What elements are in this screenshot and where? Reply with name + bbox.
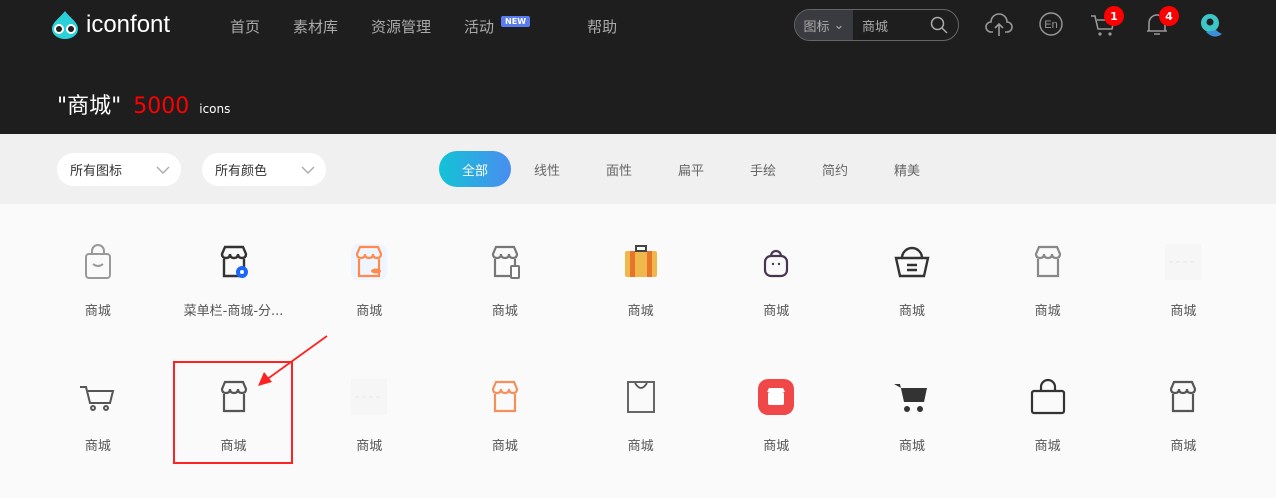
tab-6[interactable]: 精美 <box>871 151 943 187</box>
bag-icon <box>1028 377 1068 417</box>
tab-4[interactable]: 手绘 <box>727 151 799 187</box>
icon-card[interactable]: 商城 <box>708 363 844 498</box>
icon-label: 商城 <box>491 439 518 454</box>
icon-label: 商城 <box>84 439 111 454</box>
placeholder-icon <box>1163 242 1203 282</box>
store-coin-icon <box>349 242 389 282</box>
nav-activity[interactable]: 活动 NEW <box>464 16 531 37</box>
color-select[interactable]: 所有颜色 <box>202 153 326 186</box>
search-box: 图标 ⌄ 商城 <box>794 9 959 41</box>
logo-icon <box>52 11 78 39</box>
icon-card[interactable]: 商城 <box>573 363 709 498</box>
store-icon <box>1028 242 1068 282</box>
store-phone-icon <box>485 242 525 282</box>
icon-label: 商城 <box>898 304 925 319</box>
icon-card[interactable]: 商城 <box>708 228 844 363</box>
icon-label: 商城 <box>491 304 518 319</box>
store-gear-icon <box>214 242 254 282</box>
shopping-bag-icon <box>621 377 661 417</box>
icon-card[interactable]: 商城 <box>30 363 166 498</box>
avatar[interactable] <box>1198 12 1224 40</box>
bag-smile-icon <box>78 242 118 282</box>
chevron-down-icon: ⌄ <box>833 17 845 33</box>
icon-card[interactable]: 商城 <box>437 363 573 498</box>
color-select-label: 所有颜色 <box>215 164 268 179</box>
icon-card[interactable]: 商城 <box>844 363 980 498</box>
basket-icon <box>892 242 932 282</box>
nav-activity-label: 活动 <box>464 18 495 36</box>
icon-label: 商城 <box>356 439 383 454</box>
notification-badge: 4 <box>1159 6 1179 26</box>
tab-5[interactable]: 简约 <box>799 151 871 187</box>
icon-label: 菜单栏-商城-分... <box>183 304 284 319</box>
suitcase-icon <box>621 242 661 282</box>
store-icon <box>1163 377 1203 417</box>
icon-type-select[interactable]: 所有图标 <box>57 153 181 186</box>
filter-bar: 所有图标 所有颜色 全部 线性 面性 扁平 手绘 简约 精美 <box>0 134 1276 204</box>
icon-label: 商城 <box>84 304 111 319</box>
arrow-annotation <box>258 335 328 386</box>
tab-1[interactable]: 线性 <box>511 151 583 187</box>
result-count: 5000 <box>133 94 190 119</box>
result-query: "商城" <box>57 94 122 119</box>
search-icon[interactable] <box>930 16 948 34</box>
icon-label: 商城 <box>763 304 790 319</box>
icon-label: 商城 <box>627 439 654 454</box>
nav-home[interactable]: 首页 <box>230 16 260 37</box>
icon-card[interactable]: 商城 <box>437 228 573 363</box>
nav-help[interactable]: 帮助 <box>587 16 617 37</box>
icon-card[interactable]: 商城 <box>1116 363 1252 498</box>
result-unit: icons <box>199 102 231 116</box>
icon-label: 商城 <box>1034 304 1061 319</box>
icon-label: 商城 <box>763 439 790 454</box>
store-icon <box>485 377 525 417</box>
icon-card[interactable]: 商城 <box>573 228 709 363</box>
icon-card[interactable]: 商城 <box>844 228 980 363</box>
icon-card[interactable]: 商城 <box>980 363 1116 498</box>
store-badge-icon <box>756 377 796 417</box>
logo-text: iconfont <box>86 11 171 38</box>
language-en-icon[interactable]: En <box>1039 12 1063 36</box>
result-heading: "商城" 5000 icons <box>57 88 230 120</box>
icon-card[interactable]: 商城 <box>30 228 166 363</box>
svg-text:En: En <box>1044 19 1057 31</box>
icon-label: 商城 <box>1170 304 1197 319</box>
cart-badge: 1 <box>1104 6 1124 26</box>
icon-label: 商城 <box>898 439 925 454</box>
icon-label: 商城 <box>1170 439 1197 454</box>
notification-button[interactable]: 4 <box>1145 6 1179 38</box>
nav-library[interactable]: 素材库 <box>293 16 338 37</box>
top-bar: iconfont 首页 素材库 资源管理 活动 NEW 帮助 图标 ⌄ 商城 En … <box>0 0 1276 134</box>
placeholder-icon <box>349 377 389 417</box>
tab-0[interactable]: 全部 <box>439 151 511 187</box>
cart-icon <box>78 377 118 417</box>
cart-button[interactable]: 1 <box>1090 6 1124 38</box>
icon-type-select-label: 所有图标 <box>70 164 123 179</box>
icon-card[interactable]: 商城 <box>980 228 1116 363</box>
search-input[interactable]: 商城 <box>862 16 930 35</box>
icon-label: 商城 <box>356 304 383 319</box>
new-badge: NEW <box>501 16 531 27</box>
icon-label: 商城 <box>1034 439 1061 454</box>
cart-filled-icon <box>892 377 932 417</box>
nav-resources[interactable]: 资源管理 <box>371 16 431 37</box>
upload-icon[interactable] <box>985 12 1013 38</box>
icon-card[interactable]: 商城 <box>1116 228 1252 363</box>
chevron-down-icon <box>156 166 170 174</box>
search-type-label: 图标 <box>803 19 830 35</box>
chevron-down-icon <box>301 166 315 174</box>
tab-3[interactable]: 扁平 <box>655 151 727 187</box>
bag-face-icon <box>756 242 796 282</box>
tab-2[interactable]: 面性 <box>583 151 655 187</box>
logo[interactable]: iconfont <box>48 10 170 40</box>
icon-label: 商城 <box>627 304 654 319</box>
search-type-select[interactable]: 图标 ⌄ <box>795 10 853 40</box>
